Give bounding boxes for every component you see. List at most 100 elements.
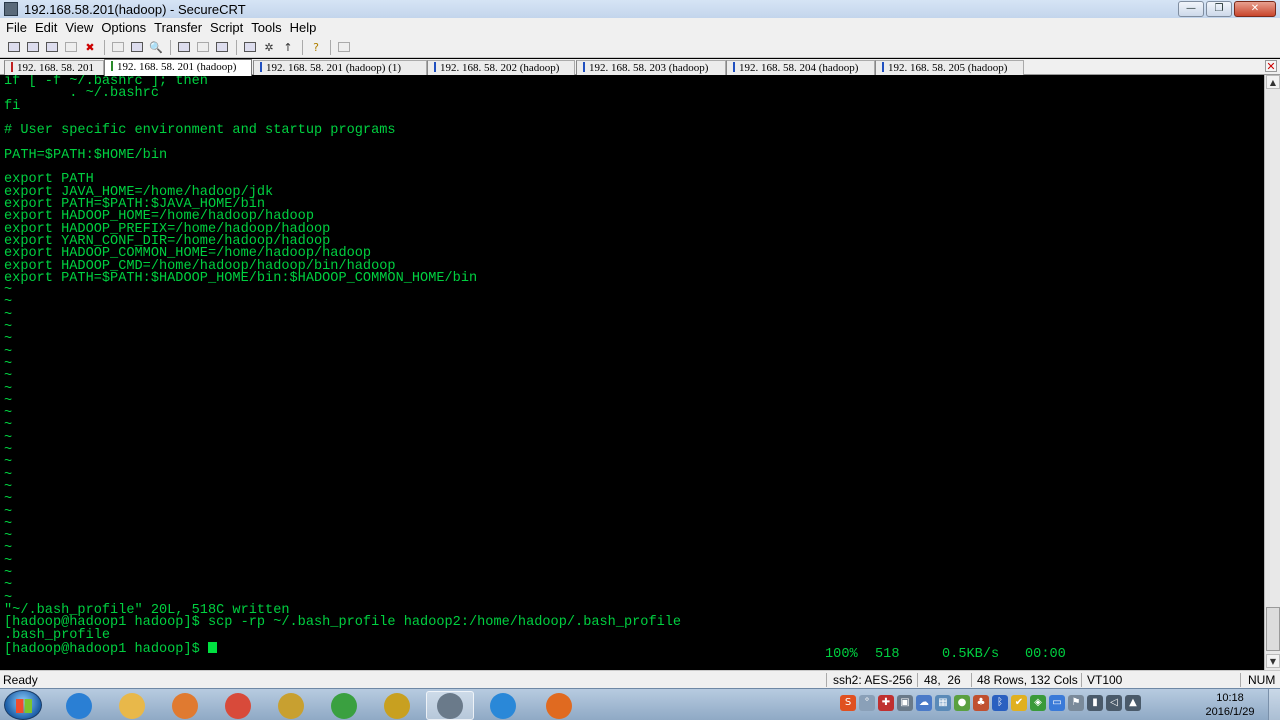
network-drive-icon[interactable]: ▣ xyxy=(897,695,913,711)
explorer-icon xyxy=(119,692,145,719)
session-tab[interactable]: 192. 168. 58. 202 (hadoop) xyxy=(427,60,575,75)
tab-status-mark xyxy=(260,62,262,72)
toolbar-separator xyxy=(330,39,331,55)
reconnect-icon[interactable] xyxy=(63,39,79,55)
maximize-button[interactable]: ❐ xyxy=(1206,1,1232,17)
qq-icon[interactable]: ♣ xyxy=(973,695,989,711)
taskbar-app-button[interactable] xyxy=(214,691,262,720)
pe-tool-icon xyxy=(384,692,410,719)
shield-icon[interactable]: ◈ xyxy=(1030,695,1046,711)
status-separator xyxy=(971,673,972,687)
tab-status-mark xyxy=(111,61,113,71)
menu-help[interactable]: Help xyxy=(286,18,321,37)
toolbar-separator xyxy=(170,39,171,55)
menu-tools[interactable]: Tools xyxy=(247,18,285,37)
display-icon[interactable]: ▭ xyxy=(1049,695,1065,711)
clock-date: 2016/1/29 xyxy=(1205,706,1255,718)
script-icon[interactable] xyxy=(336,39,352,55)
copy-icon[interactable] xyxy=(110,39,126,55)
status-emulation: VT100 xyxy=(1087,673,1123,687)
session-tab[interactable]: 192. 168. 58. 201 (hadoop) (1) xyxy=(253,60,427,75)
find-icon[interactable]: 🔍 xyxy=(148,39,164,55)
session-tab[interactable]: 192. 168. 58. 203 (hadoop) xyxy=(576,60,726,75)
tray-overflow-icon[interactable]: ° xyxy=(859,695,875,711)
status-cipher: ssh2: AES-256 xyxy=(833,673,913,687)
taskbar-app-button[interactable] xyxy=(161,691,209,720)
global-options-icon[interactable]: ✲ xyxy=(261,39,277,55)
transfer-eta: 00:00 xyxy=(1025,647,1066,662)
title-bar[interactable]: 192.168.58.201(hadoop) - SecureCRT — ❐ ✕ xyxy=(0,0,1280,18)
taskbar-app-button[interactable] xyxy=(479,691,527,720)
scroll-down-icon[interactable]: ▼ xyxy=(1266,654,1280,668)
quick-connect-icon[interactable] xyxy=(25,39,41,55)
scroll-thumb[interactable] xyxy=(1266,607,1280,651)
network-signal-icon[interactable]: ▲ xyxy=(1125,695,1141,711)
connect-icon[interactable] xyxy=(6,39,22,55)
volume-icon[interactable]: ◁ xyxy=(1106,695,1122,711)
print-selection-icon[interactable] xyxy=(195,39,211,55)
power-icon[interactable]: ▮ xyxy=(1087,695,1103,711)
print-icon[interactable] xyxy=(176,39,192,55)
shell-prompt: [hadoop@hadoop1 hadoop]$ xyxy=(4,641,208,657)
status-numlock: NUM xyxy=(1248,673,1276,687)
terminal-cursor xyxy=(207,641,217,653)
paste-icon[interactable] xyxy=(129,39,145,55)
session-tab[interactable]: 192. 168. 58. 205 (hadoop) xyxy=(875,60,1024,75)
menu-options[interactable]: Options xyxy=(97,18,150,37)
close-button[interactable]: ✕ xyxy=(1234,1,1276,17)
menu-edit[interactable]: Edit xyxy=(31,18,61,37)
antivirus-icon[interactable]: ✚ xyxy=(878,695,894,711)
taskbar-clock[interactable]: 10:18 2016/1/29 xyxy=(1196,691,1264,719)
session-tab[interactable]: 192. 168. 58. 201 xyxy=(4,60,104,75)
scroll-up-icon[interactable]: ▲ xyxy=(1266,75,1280,89)
connect-tab-icon[interactable] xyxy=(44,39,60,55)
taskbar-app-button[interactable] xyxy=(426,691,474,720)
status-separator xyxy=(1081,673,1082,687)
close-tab-icon[interactable]: ✕ xyxy=(1265,60,1277,72)
window-switch-icon[interactable]: ▦ xyxy=(935,695,951,711)
keymap-icon[interactable]: ↑ xyxy=(280,39,296,55)
menu-file[interactable]: File xyxy=(2,18,31,37)
terminal-scrollbar[interactable]: ▲ ▼ xyxy=(1264,75,1280,670)
menu-script[interactable]: Script xyxy=(206,18,247,37)
action-center-icon[interactable]: ⚑ xyxy=(1068,695,1084,711)
show-desktop-button[interactable] xyxy=(1268,689,1280,720)
ime-icon[interactable]: S xyxy=(840,695,856,711)
tab-status-mark xyxy=(434,62,436,72)
print-setup-icon[interactable] xyxy=(214,39,230,55)
status-separator xyxy=(826,673,827,687)
minimize-button[interactable]: — xyxy=(1178,1,1204,17)
start-button[interactable] xyxy=(4,690,42,720)
security-icon[interactable]: ✔ xyxy=(1011,695,1027,711)
session-options-icon[interactable] xyxy=(242,39,258,55)
taskbar-app-button[interactable] xyxy=(55,691,103,720)
taskbar-app-button[interactable] xyxy=(320,691,368,720)
ie-icon xyxy=(66,692,92,719)
menu-transfer[interactable]: Transfer xyxy=(150,18,206,37)
menu-view[interactable]: View xyxy=(61,18,97,37)
help-icon[interactable]: ? xyxy=(308,39,324,55)
status-ready: Ready xyxy=(3,673,38,687)
securecrt-icon xyxy=(437,692,463,719)
taskbar-app-button[interactable] xyxy=(535,691,583,720)
cloud-sync-icon[interactable]: ☁ xyxy=(916,695,932,711)
securecrt-window: 192.168.58.201(hadoop) - SecureCRT — ❐ ✕… xyxy=(0,0,1280,720)
status-separator xyxy=(917,673,918,687)
securecrt-app-icon[interactable] xyxy=(4,2,18,16)
chrome-icon xyxy=(225,692,251,719)
disconnect-icon[interactable]: ✖ xyxy=(82,39,98,55)
clock-time: 10:18 xyxy=(1216,692,1244,704)
taskbar-app-button[interactable] xyxy=(108,691,156,720)
session-tab-active[interactable]: 192. 168. 58. 201 (hadoop) xyxy=(104,59,252,76)
taskbar-app-button[interactable] xyxy=(373,691,421,720)
terminal-screen[interactable]: if [ -f ~/.bashrc ]; then . ~/.bashrc fi #… xyxy=(0,75,1264,670)
transfer-bytes: 518 xyxy=(875,647,900,662)
transfer-rate: 0.5KB/s xyxy=(942,647,1000,662)
update-icon[interactable]: ● xyxy=(954,695,970,711)
status-separator xyxy=(1240,673,1241,687)
taskbar-app-button[interactable] xyxy=(267,691,315,720)
windows-logo-icon xyxy=(16,699,32,713)
tab-status-mark xyxy=(733,62,735,72)
bluetooth-icon[interactable]: ᛒ xyxy=(992,695,1008,711)
session-tab[interactable]: 192. 168. 58. 204 (hadoop) xyxy=(726,60,875,75)
